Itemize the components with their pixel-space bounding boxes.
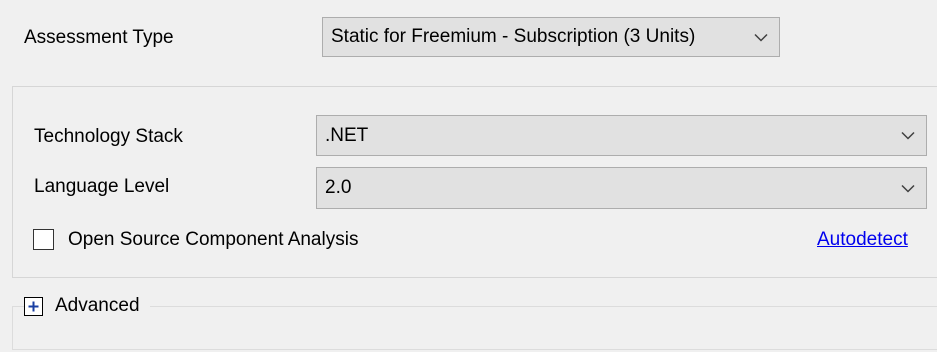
language-level-value: 2.0 xyxy=(325,177,352,198)
technology-stack-value: .NET xyxy=(325,124,369,146)
assessment-type-dropdown[interactable]: Static for Freemium - Subscription (3 Un… xyxy=(322,17,780,57)
advanced-label: Advanced xyxy=(55,295,140,316)
group-border-top xyxy=(12,306,937,307)
assessment-type-value: Static for Freemium - Subscription (3 Un… xyxy=(331,26,696,47)
chevron-down-icon xyxy=(890,116,926,155)
group-border-left xyxy=(12,306,13,350)
advanced-header[interactable]: Advanced xyxy=(24,294,150,318)
language-level-dropdown[interactable]: 2.0 xyxy=(316,167,927,209)
open-source-checkbox[interactable] xyxy=(33,229,54,250)
autodetect-link[interactable]: Autodetect xyxy=(817,228,908,252)
assessment-type-label: Assessment Type xyxy=(24,27,174,48)
advanced-group: Advanced xyxy=(12,294,937,350)
open-source-label[interactable]: Open Source Component Analysis xyxy=(68,228,358,252)
language-level-label: Language Level xyxy=(34,176,170,197)
technology-stack-label: Technology Stack xyxy=(34,126,183,147)
technology-stack-dropdown[interactable]: .NET xyxy=(316,115,927,156)
plus-square-icon[interactable] xyxy=(24,296,43,316)
chevron-down-icon xyxy=(890,168,926,208)
group-border-bottom xyxy=(12,349,937,350)
chevron-down-icon xyxy=(743,18,779,56)
